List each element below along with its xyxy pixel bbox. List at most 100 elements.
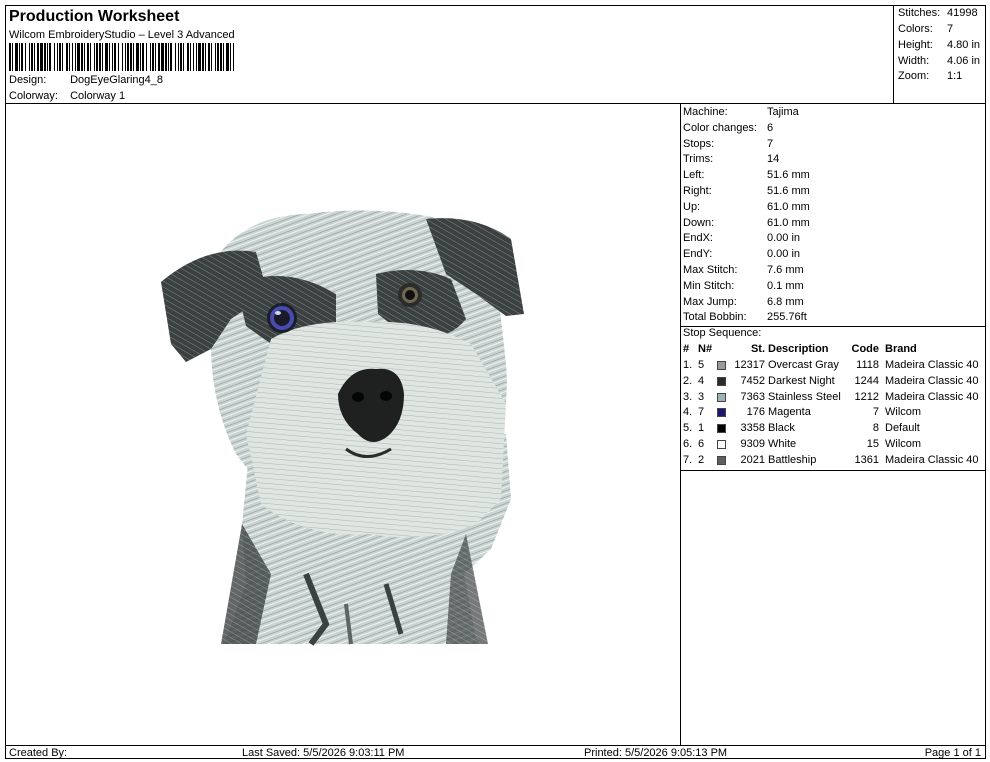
machine-info-row: EndX: 0.00 in bbox=[683, 232, 800, 248]
stitch-count: 7363 bbox=[740, 390, 765, 403]
thread-brand: Madeira Classic 40 bbox=[885, 453, 979, 466]
stat-value: 4.06 in bbox=[947, 55, 981, 67]
info-value: 61.0 mm bbox=[767, 200, 810, 213]
info-label: EndY: bbox=[683, 248, 713, 261]
info-label: Total Bobbin: bbox=[683, 311, 747, 324]
stat-value: 41998 bbox=[947, 7, 978, 19]
info-value: 6 bbox=[767, 121, 774, 134]
stat-label: Width: bbox=[898, 55, 930, 67]
info-value: Tajima bbox=[767, 106, 799, 118]
stat-height: Height: 4.80 in bbox=[898, 39, 980, 51]
stat-value: 7 bbox=[947, 23, 954, 35]
row-number: 3. bbox=[683, 390, 693, 403]
thread-brand: Default bbox=[885, 422, 920, 435]
worksheet-footer: Created By: Last Saved: 5/5/2026 9:03:11… bbox=[6, 745, 985, 760]
machine-info-row: Max Stitch: 7.6 mm bbox=[683, 264, 804, 280]
info-label: Max Jump: bbox=[683, 295, 737, 308]
thread-code: 8 bbox=[872, 422, 879, 435]
dog-embroidery bbox=[161, 210, 524, 646]
stitch-count: 7452 bbox=[740, 374, 765, 387]
thread-description: White bbox=[768, 438, 797, 450]
col-code: Code bbox=[851, 343, 880, 355]
info-label: Right: bbox=[683, 185, 712, 197]
stat-label: Height: bbox=[898, 39, 933, 51]
printed-date: Printed: 5/5/2026 9:05:13 PM bbox=[584, 747, 728, 759]
machine-info-row: Up: 61.0 mm bbox=[683, 201, 810, 217]
stitch-count: 3358 bbox=[740, 422, 765, 435]
stop-sequence-row: 7. 2 2021 Battleship 1361 Madeira Classic 40 bbox=[681, 454, 985, 470]
info-value: 7 bbox=[767, 137, 774, 150]
thread-brand: Wilcom bbox=[885, 406, 922, 419]
info-label: Down: bbox=[683, 216, 715, 229]
row-number: 2. bbox=[683, 374, 693, 387]
stat-zoom: Zoom: 1:1 bbox=[898, 70, 962, 82]
machine-info-row: Down: 61.0 mm bbox=[683, 217, 810, 233]
stitch-count: 12317 bbox=[734, 359, 765, 371]
thread-description: Black bbox=[768, 422, 795, 435]
divider bbox=[681, 470, 985, 471]
thread-code: 1118 bbox=[856, 359, 879, 371]
needle-number: 6 bbox=[698, 438, 705, 450]
design-stats: Stitches: 41998 Colors: 7 Height: 4.80 in W… bbox=[894, 6, 985, 104]
embroidery-design-preview bbox=[161, 210, 524, 646]
thread-description: Magenta bbox=[768, 406, 811, 419]
machine-info-row: Stops: 7 bbox=[683, 138, 773, 154]
thread-brand: Madeira Classic 40 bbox=[885, 390, 979, 403]
thread-code: 7 bbox=[872, 406, 879, 419]
info-value: 51.6 mm bbox=[767, 169, 810, 182]
stat-label: Stitches: bbox=[898, 7, 941, 19]
stat-width: Width: 4.06 in bbox=[898, 55, 980, 67]
thread-description: Stainless Steel bbox=[768, 390, 841, 403]
info-label: EndX: bbox=[683, 232, 713, 245]
colorway-label: Colorway: bbox=[9, 90, 58, 102]
stat-colors: Colors: 7 bbox=[898, 23, 953, 35]
page-title: Production Worksheet bbox=[9, 8, 180, 25]
stop-sequence-row: 6. 6 9309 White 15 Wilcom bbox=[681, 438, 985, 454]
info-label: Stops: bbox=[683, 137, 715, 150]
needle-number: 7 bbox=[698, 406, 705, 419]
info-value: 0.00 in bbox=[767, 248, 801, 261]
row-number: 5. bbox=[683, 422, 693, 435]
col-brand: Brand bbox=[885, 343, 917, 355]
stop-sequence-row: 3. 3 7363 Stainless Steel 1212 Madeira Classi… bbox=[681, 391, 985, 407]
stop-sequence-header: # N# St. Description Code Brand bbox=[681, 343, 985, 358]
stitch-count: 9309 bbox=[740, 438, 765, 450]
stop-sequence-row: 5. 1 3358 Black 8 Default bbox=[681, 422, 985, 438]
worksheet: Production Worksheet Wilcom EmbroiderySt… bbox=[5, 5, 986, 759]
row-number: 7. bbox=[683, 453, 693, 466]
stitch-count: 176 bbox=[746, 406, 765, 419]
machine-info-row: EndY: 0.00 in bbox=[683, 248, 800, 264]
info-value: 51.6 mm bbox=[767, 185, 810, 197]
stop-sequence-row: 1. 5 12317 Overcast Gray 1118 Madeira Classic… bbox=[681, 359, 985, 375]
info-value: 7.6 mm bbox=[767, 264, 804, 276]
info-value: 14 bbox=[767, 153, 780, 166]
info-label: Up: bbox=[683, 200, 701, 213]
created-by: Created By: bbox=[9, 747, 68, 759]
machine-info-row: Machine: Tajima bbox=[683, 106, 799, 122]
row-number: 6. bbox=[683, 438, 693, 450]
machine-info-row: Right: 51.6 mm bbox=[683, 185, 810, 201]
info-label: Machine: bbox=[683, 106, 728, 118]
page-number: Page 1 of 1 bbox=[924, 747, 981, 759]
info-value: 0.1 mm bbox=[767, 279, 804, 292]
info-label: Trims: bbox=[683, 153, 714, 166]
thread-code: 1361 bbox=[854, 453, 879, 466]
col-description: Description bbox=[768, 343, 829, 355]
thread-brand: Madeira Classic 40 bbox=[885, 374, 979, 387]
machine-info-panel: Machine: Tajima Color changes: 6 Stops: 7 Trim… bbox=[681, 104, 985, 745]
thread-brand: Wilcom bbox=[885, 438, 922, 450]
design-preview-area bbox=[6, 104, 681, 745]
info-value: 6.8 mm bbox=[767, 295, 804, 308]
color-swatch bbox=[717, 392, 726, 402]
thread-code: 1244 bbox=[854, 374, 879, 387]
info-value: 61.0 mm bbox=[767, 216, 810, 229]
stop-sequence-row: 4. 7 176 Magenta 7 Wilcom bbox=[681, 406, 985, 422]
thread-brand: Madeira Classic 40 bbox=[885, 359, 979, 371]
info-label: Max Stitch: bbox=[683, 264, 738, 276]
thread-code: 1212 bbox=[854, 390, 879, 403]
stitch-count: 2021 bbox=[740, 453, 765, 466]
color-swatch bbox=[717, 408, 726, 418]
thread-description: Battleship bbox=[768, 453, 817, 466]
info-value: 0.00 in bbox=[767, 232, 801, 245]
needle-number: 4 bbox=[698, 374, 705, 387]
